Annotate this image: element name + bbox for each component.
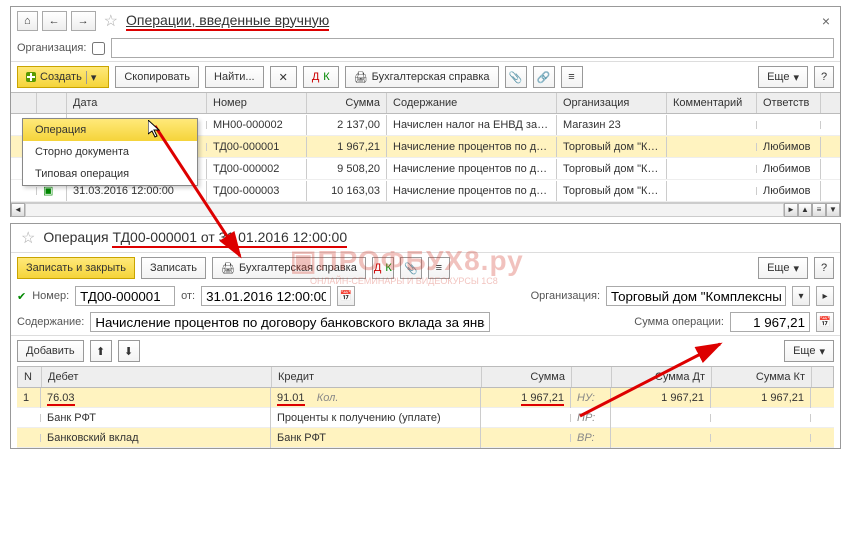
create-button[interactable]: Создать ▾: [17, 66, 109, 88]
move-down-button[interactable]: ⬇: [118, 340, 140, 362]
calendar-icon[interactable]: 📅: [337, 286, 355, 306]
clip-button[interactable]: 🔗: [533, 66, 555, 88]
detail-table: N Дебет Кредит Сумма Сумма Дт Сумма Кт 1…: [17, 366, 834, 448]
list-toolbar: Создать ▾ Скопировать Найти... ✕ ДК 🖨 Бу…: [11, 61, 840, 92]
doc-toolbar: Записать и закрыть Записать 🖨 Бухгалтерс…: [11, 252, 840, 283]
sum-input[interactable]: [730, 312, 810, 332]
doc-status-icon: ✔: [17, 290, 26, 303]
dcol-sum[interactable]: Сумма: [482, 367, 572, 387]
col-date[interactable]: Дата: [67, 93, 207, 113]
mouse-cursor: [148, 120, 164, 140]
doc-desc-row: Содержание: Сумма операции: 📅: [11, 309, 840, 335]
acc-help-label: Бухгалтерская справка: [372, 71, 490, 83]
find-button[interactable]: Найти...: [205, 66, 264, 88]
doc-org-input[interactable]: [606, 286, 786, 306]
desc-input[interactable]: [90, 312, 490, 332]
close-icon[interactable]: ×: [818, 13, 834, 29]
detail-row-1[interactable]: 1 76.03 91.01 Кол. 1 967,21 НУ: 1 967,21…: [17, 388, 834, 408]
debit-account: 76.03: [47, 392, 75, 406]
copy-button[interactable]: Скопировать: [115, 66, 199, 88]
menu-typical[interactable]: Типовая операция: [23, 163, 197, 185]
org-input[interactable]: [111, 38, 834, 58]
doc-org-label: Организация:: [531, 290, 600, 302]
dcol-deb[interactable]: Дебет: [42, 367, 272, 387]
attach-button-2[interactable]: 📎: [400, 257, 422, 279]
from-label: от:: [181, 290, 195, 302]
row-sum: 1 967,21: [521, 392, 564, 406]
help-button[interactable]: ?: [814, 66, 834, 88]
num-label: Номер:: [32, 290, 69, 302]
dcol-n[interactable]: N: [18, 367, 42, 387]
list-button[interactable]: ≡: [561, 66, 583, 88]
bottom-panel: ☆ Операция ТД00-000001 от 31.01.2016 12:…: [10, 223, 841, 449]
detail-header: N Дебет Кредит Сумма Сумма Дт Сумма Кт: [17, 366, 834, 388]
save-button[interactable]: Записать: [141, 257, 206, 279]
doc-num-row: ✔ Номер: от: 📅 Организация: ▾ ▸: [11, 283, 840, 309]
col-resp[interactable]: Ответств: [757, 93, 821, 113]
org-filter-row: Организация:: [11, 35, 840, 61]
doc-more-button[interactable]: Еще ▾: [758, 257, 808, 279]
doc-titlebar: ☆ Операция ТД00-000001 от 31.01.2016 12:…: [11, 224, 840, 252]
dt-kt-button-2[interactable]: ДК: [372, 257, 394, 279]
org-open-btn[interactable]: ▸: [816, 286, 834, 306]
create-menu: Операция Сторно документа Типовая операц…: [22, 118, 198, 186]
forward-button[interactable]: →: [71, 11, 96, 31]
sum-calc-icon[interactable]: 📅: [816, 312, 834, 332]
doc-acc-help-button[interactable]: 🖨 Бухгалтерская справка: [212, 257, 366, 279]
detail-toolbar: Добавить ⬆ ⬇ Еще ▾: [11, 335, 840, 366]
move-up-button[interactable]: ⬆: [90, 340, 112, 362]
save-close-button[interactable]: Записать и закрыть: [17, 257, 135, 279]
add-row-button[interactable]: Добавить: [17, 340, 84, 362]
org-label: Организация:: [17, 42, 86, 54]
dt-kt-button[interactable]: ДК: [303, 66, 339, 88]
doc-title: Операция ТД00-000001 от 31.01.2016 12:00…: [43, 229, 347, 248]
table-header: Дата Номер Сумма Содержание Организация …: [11, 92, 840, 114]
menu-operation[interactable]: Операция: [23, 119, 197, 141]
page-title: Операции, введенные вручную: [126, 12, 329, 31]
list-button-2[interactable]: ≡: [428, 257, 450, 279]
detail-row-2[interactable]: Банк РФТ Проценты к получению (уплате) П…: [17, 408, 834, 428]
from-input[interactable]: [201, 286, 331, 306]
org-select-btn[interactable]: ▾: [792, 286, 810, 306]
attach-button[interactable]: 📎: [505, 66, 527, 88]
sum-label: Сумма операции:: [634, 316, 724, 328]
acc-help-button[interactable]: 🖨 Бухгалтерская справка: [345, 66, 499, 88]
dcol-sd[interactable]: Сумма Дт: [612, 367, 712, 387]
col-sum[interactable]: Сумма: [307, 93, 387, 113]
home-button[interactable]: ⌂: [17, 11, 38, 31]
col-num[interactable]: Номер: [207, 93, 307, 113]
star-icon[interactable]: ☆: [100, 11, 122, 31]
dcol-kre[interactable]: Кредит: [272, 367, 482, 387]
plus-icon: [26, 72, 36, 82]
more-label: Еще: [767, 71, 789, 83]
col-org[interactable]: Организация: [557, 93, 667, 113]
num-input[interactable]: [75, 286, 175, 306]
star-icon[interactable]: ☆: [17, 228, 39, 248]
back-button[interactable]: ←: [42, 11, 67, 31]
col-desc[interactable]: Содержание: [387, 93, 557, 113]
create-label: Создать: [40, 71, 82, 83]
more-button[interactable]: Еще ▾: [758, 66, 808, 88]
col-comm[interactable]: Комментарий: [667, 93, 757, 113]
doc-help-button[interactable]: ?: [814, 257, 834, 279]
clear-find-button[interactable]: ✕: [270, 66, 297, 88]
menu-storno[interactable]: Сторно документа: [23, 141, 197, 163]
detail-more-button[interactable]: Еще ▾: [784, 340, 834, 362]
titlebar: ⌂ ← → ☆ Операции, введенные вручную ×: [11, 7, 840, 35]
detail-row-3[interactable]: Банковский вклад Банк РФТ ВР:: [17, 428, 834, 448]
credit-account: 91.01: [277, 392, 305, 406]
chevron-down-icon: ▾: [86, 71, 101, 84]
h-scrollbar[interactable]: ◄ ► ▲≡▼: [11, 202, 840, 216]
dcol-sk[interactable]: Сумма Кт: [712, 367, 812, 387]
org-checkbox[interactable]: [92, 42, 105, 55]
desc-label: Содержание:: [17, 316, 84, 328]
